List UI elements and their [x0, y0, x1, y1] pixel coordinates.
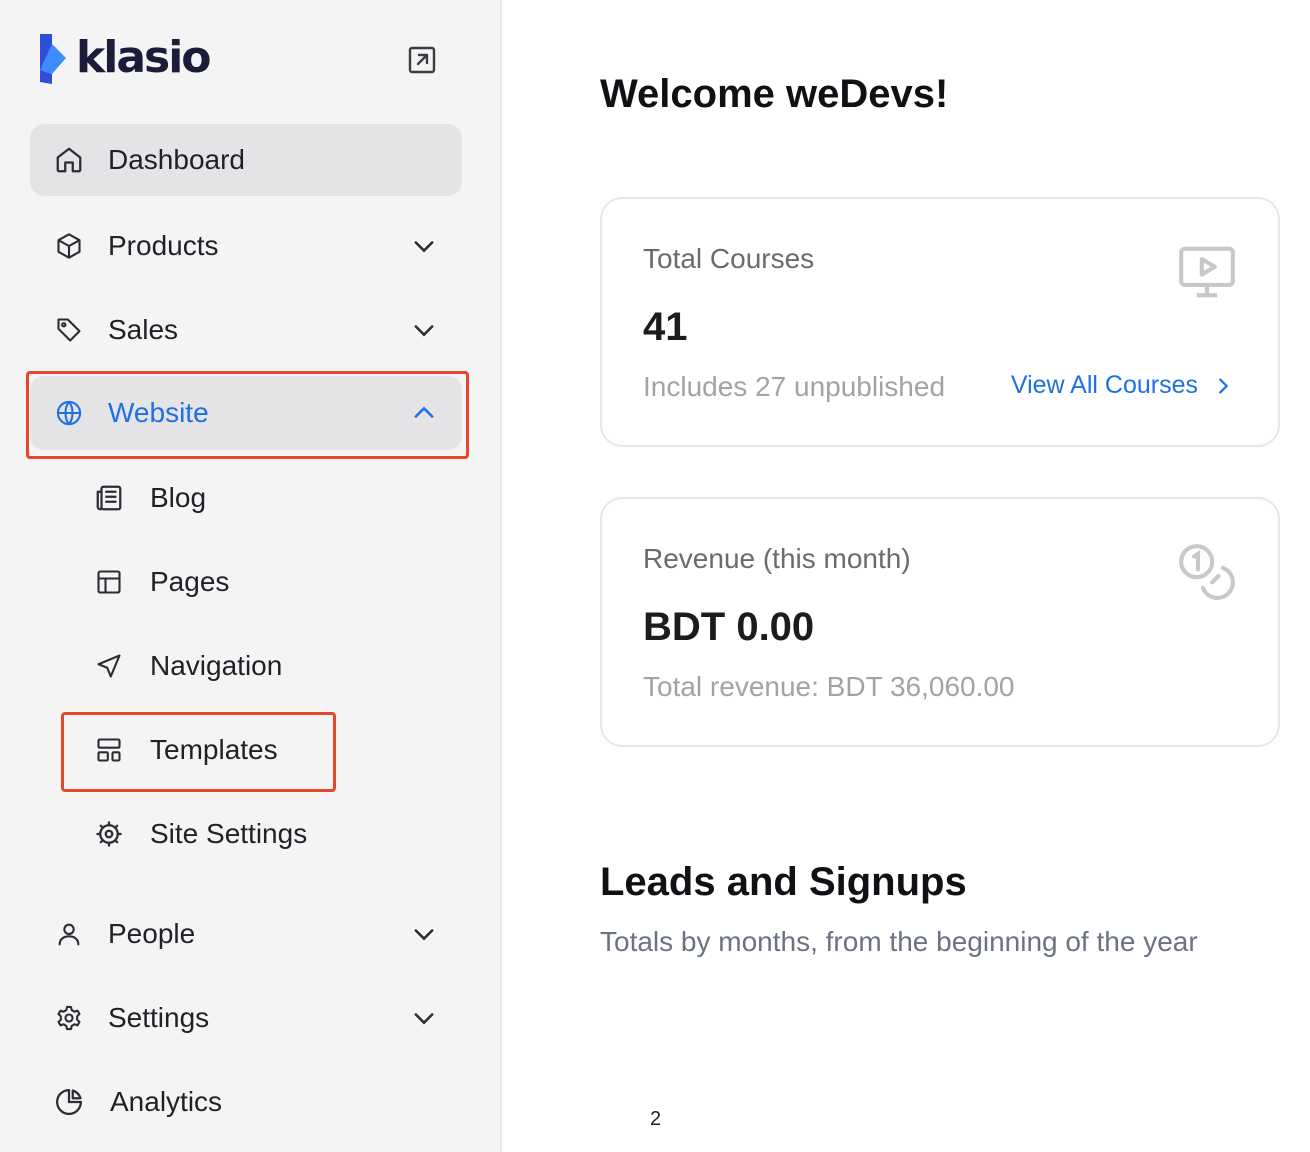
- sidebar-item-label: Settings: [108, 1002, 210, 1033]
- total-courses-card: Total Courses 41 Includes 27 unpublished…: [600, 197, 1280, 447]
- main-content: Welcome weDevs! Total Courses 41 Include…: [502, 0, 1310, 1152]
- link-label: View All Courses: [1010, 371, 1198, 399]
- sidebar: klasio Dashboard Products Sales Website …: [0, 0, 502, 1152]
- view-all-courses-link[interactable]: View All Courses: [1011, 371, 1234, 400]
- chevron-right-icon: [1219, 377, 1229, 394]
- video-screen-icon: [1176, 241, 1238, 303]
- box-icon: [54, 231, 84, 261]
- chevron-down-icon[interactable]: [410, 1004, 438, 1032]
- layout-icon: [94, 567, 124, 597]
- sidebar-item-pages[interactable]: Pages: [94, 546, 434, 618]
- highlight-box-website: [26, 371, 469, 459]
- card-value: 41: [643, 305, 688, 349]
- revenue-card: Revenue (this month) BDT 0.00 Total reve…: [600, 497, 1280, 747]
- sidebar-item-navigation[interactable]: Navigation: [94, 630, 434, 702]
- cog-icon: [94, 819, 124, 849]
- klasio-logo-icon: [40, 34, 66, 84]
- sidebar-item-label: Blog: [150, 482, 207, 513]
- pie-chart-icon: [54, 1087, 84, 1117]
- leads-subtitle: Totals by months, from the beginning of …: [600, 926, 1198, 957]
- sidebar-item-analytics[interactable]: Analytics: [54, 1066, 438, 1138]
- card-title: Total Courses: [643, 243, 815, 274]
- card-subtext: Includes 27 unpublished: [643, 371, 946, 402]
- gear-icon: [54, 1003, 84, 1033]
- sidebar-item-settings[interactable]: Settings: [54, 982, 438, 1054]
- sidebar-item-sales[interactable]: Sales: [54, 294, 438, 366]
- highlight-box-templates: [61, 712, 336, 792]
- card-title: Revenue (this month): [643, 543, 911, 574]
- tag-icon: [54, 315, 84, 345]
- sidebar-item-label: Dashboard: [108, 144, 245, 175]
- sidebar-item-dashboard[interactable]: Dashboard: [30, 124, 462, 196]
- sidebar-item-label: Products: [108, 230, 219, 261]
- chevron-down-icon[interactable]: [410, 920, 438, 948]
- expand-arrow-icon[interactable]: [406, 44, 438, 76]
- leads-title: Leads and Signups: [600, 860, 967, 904]
- chevron-down-icon[interactable]: [410, 232, 438, 260]
- brand-logo[interactable]: klasio: [38, 30, 212, 86]
- home-icon: [54, 145, 84, 175]
- sidebar-item-people[interactable]: People: [54, 898, 438, 970]
- sidebar-item-site-settings[interactable]: Site Settings: [94, 798, 434, 870]
- page-title: Welcome weDevs!: [600, 72, 949, 116]
- sidebar-item-label: Sales: [108, 314, 179, 345]
- card-subtext: Total revenue: BDT 36,060.00: [643, 671, 1015, 702]
- card-value: BDT 0.00: [643, 605, 815, 649]
- coins-icon: [1176, 541, 1238, 603]
- sidebar-item-blog[interactable]: Blog: [94, 462, 434, 534]
- user-icon: [54, 919, 84, 949]
- sidebar-item-label: People: [108, 918, 196, 949]
- sidebar-item-products[interactable]: Products: [54, 210, 438, 282]
- sidebar-item-label: Analytics: [110, 1086, 223, 1117]
- chevron-down-icon[interactable]: [410, 316, 438, 344]
- page-number: 2: [650, 1108, 662, 1130]
- navigation-icon: [94, 651, 124, 681]
- newspaper-icon: [94, 483, 124, 513]
- sidebar-item-label: Navigation: [150, 650, 283, 681]
- sidebar-item-label: Pages: [150, 566, 230, 597]
- brand-name: klasio: [76, 32, 212, 83]
- sidebar-item-label: Site Settings: [150, 818, 308, 849]
